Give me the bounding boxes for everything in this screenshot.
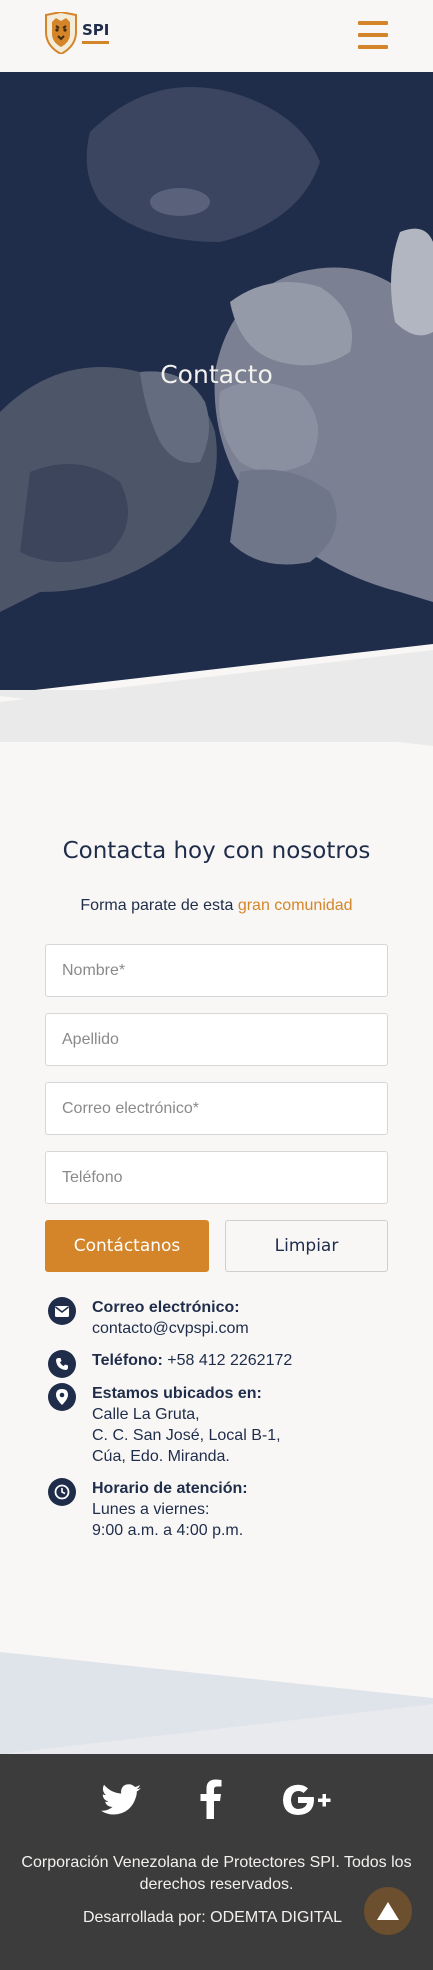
hero-banner: Contacto — [0, 72, 433, 742]
location-info: Estamos ubicados en: Calle La Gruta, C. … — [48, 1383, 388, 1467]
back-to-top-button[interactable] — [364, 1887, 412, 1935]
contact-subheading: Forma parate de esta gran comunidad — [0, 897, 433, 915]
clock-icon — [48, 1478, 76, 1506]
location-line3: Cúa, Edo. Miranda. — [92, 1448, 230, 1465]
first-name-input[interactable] — [45, 944, 388, 997]
email-value[interactable]: contacto@cvpspi.com — [92, 1320, 249, 1337]
contact-heading: Contacta hoy con nosotros — [62, 838, 371, 864]
footer-copyright: Corporación Venezolana de Protectores SP… — [21, 1854, 412, 1893]
location-line2: C. C. San José, Local B-1, — [92, 1427, 281, 1444]
footer-wedge — [0, 1652, 433, 1754]
envelope-icon — [48, 1297, 76, 1325]
hamburger-menu-button[interactable] — [358, 21, 388, 49]
email-label: Correo electrónico: — [92, 1299, 240, 1316]
location-label: Estamos ubicados en: — [92, 1385, 262, 1402]
logo-text: SPI — [82, 22, 110, 44]
fist-bump-photo — [0, 72, 433, 742]
hero-wedge — [0, 690, 433, 746]
site-footer: Corporación Venezolana de Protectores SP… — [0, 1754, 433, 1970]
phone-input[interactable] — [45, 1151, 388, 1204]
facebook-icon[interactable] — [196, 1779, 226, 1819]
phone-value[interactable]: +58 412 2262172 — [163, 1352, 292, 1369]
contact-submit-button[interactable]: Contáctanos — [45, 1220, 209, 1272]
twitter-icon[interactable] — [100, 1782, 142, 1818]
email-info: Correo electrónico: contacto@cvpspi.com — [48, 1297, 388, 1339]
hours-line1: Lunes a viernes: — [92, 1501, 210, 1518]
map-pin-icon — [48, 1383, 76, 1411]
hours-label: Horario de atención: — [92, 1480, 248, 1497]
site-header: SPI — [0, 0, 433, 72]
hero-title: Contacto — [160, 360, 273, 389]
hamburger-icon-bar — [358, 21, 388, 25]
phone-icon — [48, 1350, 76, 1378]
hours-info: Horario de atención: Lunes a viernes: 9:… — [48, 1478, 388, 1541]
google-plus-icon[interactable] — [281, 1782, 335, 1818]
arrow-up-icon — [377, 1902, 399, 1920]
last-name-input[interactable] — [45, 1013, 388, 1066]
phone-label: Teléfono: — [92, 1352, 163, 1369]
phone-info: Teléfono: +58 412 2262172 — [48, 1350, 388, 1378]
subheading-text: Forma parate de esta — [80, 897, 238, 914]
tiger-shield-icon — [45, 12, 77, 54]
subheading-accent-link: gran comunidad — [237, 897, 353, 914]
hamburger-icon-bar — [358, 45, 388, 49]
email-input[interactable] — [45, 1082, 388, 1135]
hours-line2: 9:00 a.m. a 4:00 p.m. — [92, 1522, 244, 1539]
logo[interactable]: SPI — [44, 12, 110, 54]
hamburger-icon-bar — [358, 33, 388, 37]
clear-form-button[interactable]: Limpiar — [225, 1220, 388, 1272]
location-line1: Calle La Gruta, — [92, 1406, 200, 1423]
